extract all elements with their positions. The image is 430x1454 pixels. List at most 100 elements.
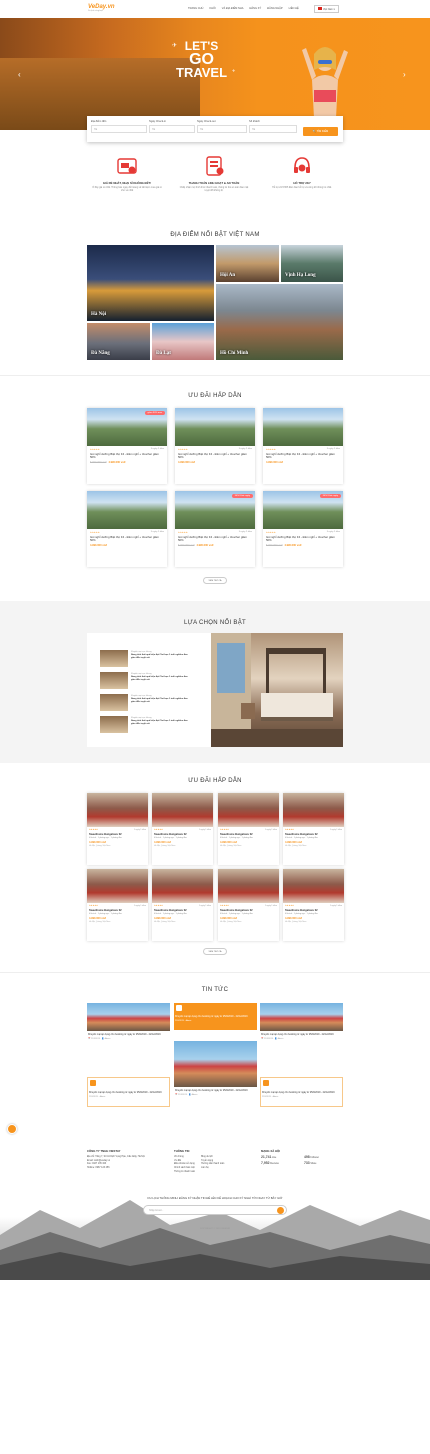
news-item[interactable]: Khuyến mại áp dụng cho booking từ ngày t… bbox=[260, 1003, 343, 1049]
dest-hanoi[interactable]: Hà Nội bbox=[87, 245, 214, 321]
subscribe-send-button[interactable] bbox=[277, 1207, 284, 1214]
price-tag-icon bbox=[116, 155, 138, 177]
offer-name: Gói nghỉ dưỡng Biệt thự F4 - Đêm nghỉ + … bbox=[266, 452, 335, 460]
hotel-card[interactable]: ★★★★★ 1 ngày 1 đêm Sweethome Bungalows 02… bbox=[87, 793, 148, 865]
pencil-icon bbox=[90, 1080, 96, 1086]
hotel-image bbox=[87, 793, 148, 827]
checkin-input[interactable]: Hà bbox=[149, 125, 195, 133]
hotel-card[interactable]: ★★★★★ 1 ngày 1 đêm Sweethome Bungalows 02… bbox=[283, 869, 344, 941]
rating-stars: ★★★★★ bbox=[90, 532, 100, 534]
news-item-highlight[interactable]: Khuyến mại áp dụng cho booking từ ngày t… bbox=[174, 1003, 257, 1030]
hotel-name: Sweethome Bungalows 02 bbox=[285, 833, 318, 836]
footer-link[interactable]: Thông tin thanh toán bbox=[174, 1171, 195, 1175]
plane-small-icon: ✈ bbox=[232, 68, 236, 73]
subscribe-title: DU LỊCH THÔNG MINH: ĐĂNG KÝ NHẬN TIN ĐỂ … bbox=[147, 1196, 283, 1200]
search-button[interactable]: 🔍 TÌM KIẾM bbox=[303, 127, 338, 136]
footer-link[interactable]: Liên hệ bbox=[201, 1167, 224, 1171]
hotel-name: Sweethome Bungalows 02 bbox=[89, 909, 122, 912]
guests-input[interactable]: Hà bbox=[249, 125, 297, 133]
dest-danang[interactable]: Đà Nẵng bbox=[87, 323, 150, 360]
offer-card[interactable]: 30% Khác ngày ★★★★★ 3 ngày 2 đêm Gói nghỉ… bbox=[263, 491, 343, 567]
hotel-image bbox=[283, 869, 344, 903]
guests-label: Số khách bbox=[249, 120, 260, 123]
hotel-name: Sweethome Bungalows 02 bbox=[89, 833, 122, 836]
offers-view-all-button[interactable]: XEM TẤT CẢ bbox=[203, 577, 227, 584]
dest-dalat[interactable]: Đà Lạt bbox=[152, 323, 214, 360]
logo[interactable]: VeDay.vn Du lịch cùng bạn bbox=[88, 4, 115, 12]
hotel-card[interactable]: ★★★★★ 1 ngày 1 đêm Sweethome Bungalows 02… bbox=[152, 869, 213, 941]
offer-card[interactable]: ★★★★★ 3 ngày 2 đêm Gói nghỉ dưỡng Biệt th… bbox=[263, 408, 343, 484]
news-image bbox=[174, 1041, 257, 1087]
destinations-title: ĐỊA ĐIỂM NỔI BẬT VIỆT NAM bbox=[170, 232, 260, 238]
news-item[interactable]: Khuyến mại áp dụng cho booking từ ngày t… bbox=[174, 1041, 257, 1107]
news-image bbox=[260, 1003, 343, 1031]
hotel-card[interactable]: ★★★★★ 1 ngày 1 đêm Sweethome Bungalows 02… bbox=[218, 793, 279, 865]
dest-hoian[interactable]: Hội An bbox=[216, 245, 279, 282]
news-item-text[interactable]: Khuyến mại áp dụng cho booking từ ngày t… bbox=[260, 1077, 343, 1107]
featured-thumb bbox=[100, 672, 128, 689]
hotel-name: Sweethome Bungalows 02 bbox=[154, 833, 187, 836]
news-item-text[interactable]: Khuyến mại áp dụng cho booking từ ngày t… bbox=[87, 1077, 170, 1107]
copyright: COPYRIGHT © 2019 VIESTAY bbox=[199, 1228, 231, 1230]
featured-item[interactable]: Khuyến mại cực khủng Nang tính thái quá h… bbox=[100, 672, 190, 690]
hotel-card[interactable]: ★★★★★ 1 ngày 1 đêm Sweethome Bungalows 02… bbox=[87, 869, 148, 941]
rating-stars: ★★★★★ bbox=[266, 449, 276, 451]
discount-badge: 30% Khác ngày bbox=[319, 494, 341, 498]
offer-card[interactable]: giảm 30% max ★★★★★ 3 ngày 2 đêm Gói nghỉ … bbox=[87, 408, 167, 484]
offer-card[interactable]: ★★★★★ 3 ngày 2 đêm Gói nghỉ dưỡng Biệt th… bbox=[175, 408, 255, 484]
offer-name: Gói nghỉ dưỡng Biệt thự F4 - Đêm nghỉ + … bbox=[178, 535, 247, 543]
footer-social: MẠNG XÃ HỘI 21,741 Like 498 Follower 7,9… bbox=[261, 1149, 343, 1167]
vn-flag-icon bbox=[318, 7, 322, 10]
offer-image bbox=[263, 408, 343, 446]
hotel-image bbox=[87, 869, 148, 903]
featured-item[interactable]: Khuyến mại cực khủng Nang tính thái quá h… bbox=[100, 650, 190, 668]
hotel-name: Sweethome Bungalows 02 bbox=[220, 909, 253, 912]
nav-login[interactable]: ĐĂNG NHẬP bbox=[267, 7, 282, 10]
dest-halong[interactable]: Vịnh Hạ Long bbox=[281, 245, 343, 282]
offer-duration: 3 ngày 2 đêm bbox=[150, 448, 164, 450]
offers-title: ƯU ĐÃI HẤP DẪN bbox=[188, 393, 242, 399]
nav-contact[interactable]: LIÊN HỆ bbox=[289, 7, 299, 10]
offer-image bbox=[87, 491, 167, 529]
hero-title: LET'S GO TRAVEL bbox=[176, 39, 228, 80]
chat-float-button[interactable] bbox=[7, 1124, 17, 1134]
offer-price: 4.990.000 vnđ bbox=[266, 460, 283, 464]
hotels-view-all-button[interactable]: XEM TẤT CẢ bbox=[203, 948, 227, 955]
nav-places[interactable]: VÀ ĐỊA ĐIỂM NHA bbox=[222, 7, 244, 10]
nav-register[interactable]: ĐĂNG KÝ bbox=[250, 7, 262, 10]
footer-info: THÔNG TIN Về chúng Ưu đãi Điều khoản sử … bbox=[174, 1149, 225, 1175]
offer-price: 4.990.000 vnđ bbox=[178, 460, 195, 464]
hotel-card[interactable]: ★★★★★ 1 ngày 1 đêm Sweethome Bungalows 02… bbox=[218, 869, 279, 941]
hotel-image bbox=[152, 869, 213, 903]
social-stat[interactable]: 498 Follower bbox=[304, 1155, 343, 1161]
offer-card[interactable]: 30% Khác ngày ★★★★★ 3 ngày 2 đêm Gói nghỉ… bbox=[175, 491, 255, 567]
hotel-name: Sweethome Bungalows 02 bbox=[220, 833, 253, 836]
pencil-icon bbox=[176, 1005, 182, 1011]
featured-item[interactable]: Khuyến mại cực khủng Nang tính thái quá h… bbox=[100, 694, 190, 712]
hero-prev-icon[interactable]: ‹ bbox=[18, 70, 21, 79]
hotel-image bbox=[218, 869, 279, 903]
news-item[interactable]: Khuyến mại áp dụng cho booking từ ngày t… bbox=[87, 1003, 170, 1049]
hotel-card[interactable]: ★★★★★ 1 ngày 1 đêm Sweethome Bungalows 02… bbox=[283, 793, 344, 865]
nav-tour[interactable]: KHỐI bbox=[209, 7, 215, 10]
pencil-icon bbox=[263, 1080, 269, 1086]
featured-item[interactable]: Khuyến mại cực khủng Nang tính thái quá h… bbox=[100, 716, 190, 734]
subscribe-email-input[interactable]: Nhập Email... bbox=[143, 1205, 287, 1215]
destination-input[interactable]: Hà bbox=[91, 125, 147, 133]
social-stat[interactable]: 7,952 Reviews bbox=[261, 1161, 300, 1167]
offer-price: 4.990.000 vnđ bbox=[196, 543, 214, 547]
checkout-input[interactable]: Hà bbox=[197, 125, 247, 133]
hero-next-icon[interactable]: › bbox=[403, 70, 406, 79]
offer-name: Gói nghỉ dưỡng Biệt thự F4 - Đêm nghỉ + … bbox=[266, 535, 335, 543]
hotel-card[interactable]: ★★★★★ 1 ngày 1 đêm Sweethome Bungalows 02… bbox=[152, 793, 213, 865]
offer-name: Gói nghỉ dưỡng Biệt thự F4 - Đêm nghỉ + … bbox=[178, 452, 247, 460]
nav-home[interactable]: TRANG CHỦ bbox=[188, 7, 203, 10]
dest-hcm[interactable]: Hồ Chí Minh bbox=[216, 284, 343, 360]
featured-room-image[interactable] bbox=[211, 633, 343, 747]
rating-stars: ★★★★★ bbox=[266, 532, 276, 534]
social-stat[interactable]: 733 Share bbox=[304, 1161, 343, 1167]
language-select[interactable]: Việt Nam ▾ bbox=[314, 5, 339, 13]
destination-label: Địa điểm đến bbox=[91, 120, 107, 123]
offer-card[interactable]: ★★★★★ 3 ngày 2 đêm Gói nghỉ dưỡng Biệt th… bbox=[87, 491, 167, 567]
offer-duration: 3 ngày 2 đêm bbox=[150, 531, 164, 533]
